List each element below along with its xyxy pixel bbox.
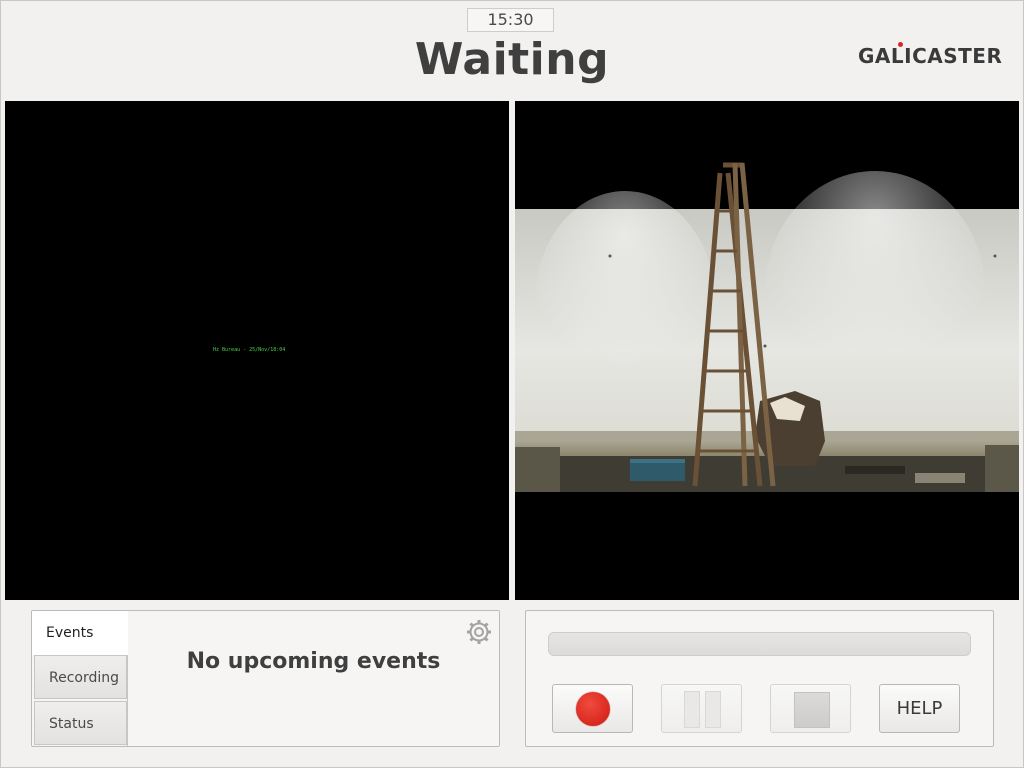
tab-recording[interactable]: Recording bbox=[34, 655, 127, 699]
stop-button[interactable] bbox=[770, 684, 851, 733]
galicaster-logo: GALICASTER bbox=[858, 44, 1002, 70]
pause-icon bbox=[705, 691, 721, 728]
gear-icon[interactable] bbox=[466, 619, 492, 645]
logo-dot-icon bbox=[898, 42, 903, 47]
pause-button[interactable] bbox=[661, 684, 742, 733]
pause-icon bbox=[684, 691, 700, 728]
events-tab-content: No upcoming events bbox=[127, 611, 499, 746]
help-button[interactable]: HELP bbox=[879, 684, 960, 733]
video-preview-right bbox=[515, 101, 1019, 600]
no-events-message: No upcoming events bbox=[186, 649, 441, 674]
video-preview-left: Hz Bureau - 25/Nov/18:04 bbox=[5, 101, 509, 600]
tab-status[interactable]: Status bbox=[34, 701, 127, 745]
logo-text: GALICASTER bbox=[858, 44, 1003, 68]
preview-ticker-text: Hz Bureau - 25/Nov/18:04 bbox=[213, 347, 286, 353]
record-button[interactable] bbox=[552, 684, 633, 733]
clock: 15:30 bbox=[467, 8, 554, 32]
controls-panel: HELP bbox=[525, 610, 994, 747]
camera-feed-image bbox=[515, 162, 1019, 492]
events-panel: No upcoming events Events Recording Stat… bbox=[31, 610, 500, 747]
recording-progress-bar bbox=[548, 632, 971, 656]
stop-icon bbox=[794, 692, 830, 728]
record-icon bbox=[576, 692, 610, 726]
tab-events[interactable]: Events bbox=[32, 611, 128, 655]
